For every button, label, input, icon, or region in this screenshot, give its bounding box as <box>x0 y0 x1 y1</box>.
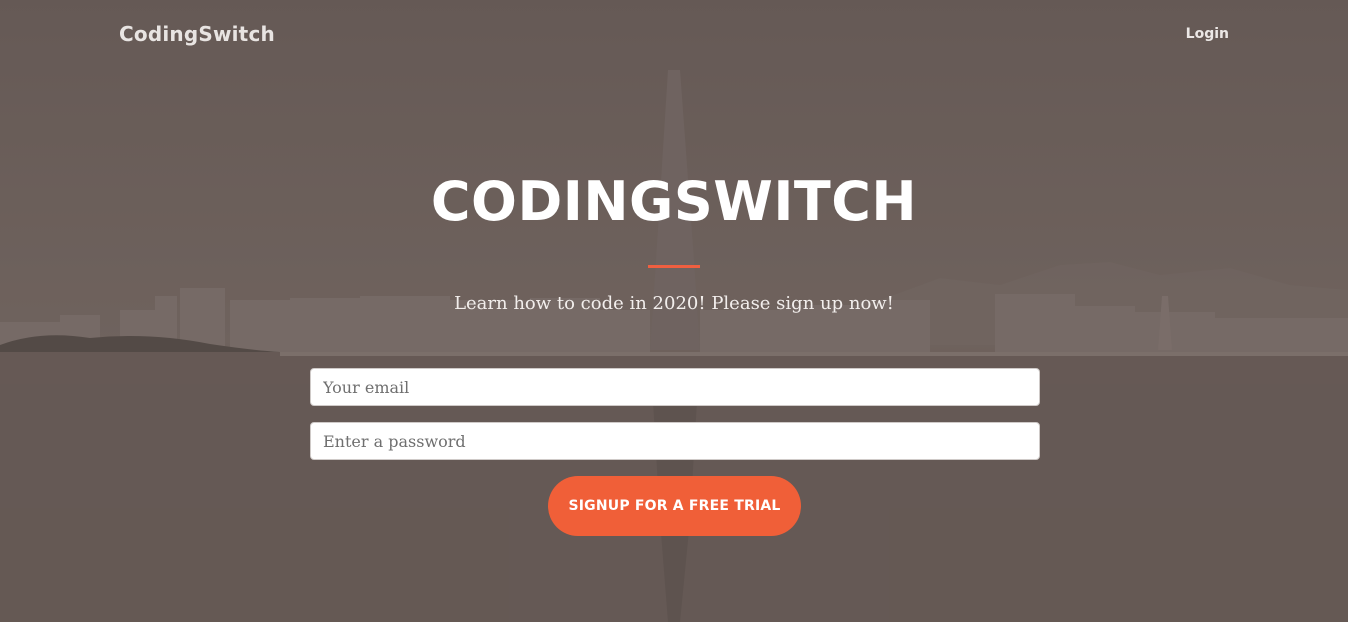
brand-logo-link[interactable]: CodingSwitch <box>119 22 275 46</box>
signup-button[interactable]: SIGNUP FOR A FREE TRIAL <box>548 476 801 536</box>
password-field[interactable] <box>310 422 1040 460</box>
login-link[interactable]: Login <box>1186 26 1229 42</box>
title-divider <box>648 265 700 268</box>
hero-title: CODINGSWITCH <box>430 170 918 233</box>
top-navbar: CodingSwitch Login <box>0 0 1348 70</box>
email-field[interactable] <box>310 368 1040 406</box>
hero-subtitle: Learn how to code in 2020! Please sign u… <box>454 293 894 314</box>
